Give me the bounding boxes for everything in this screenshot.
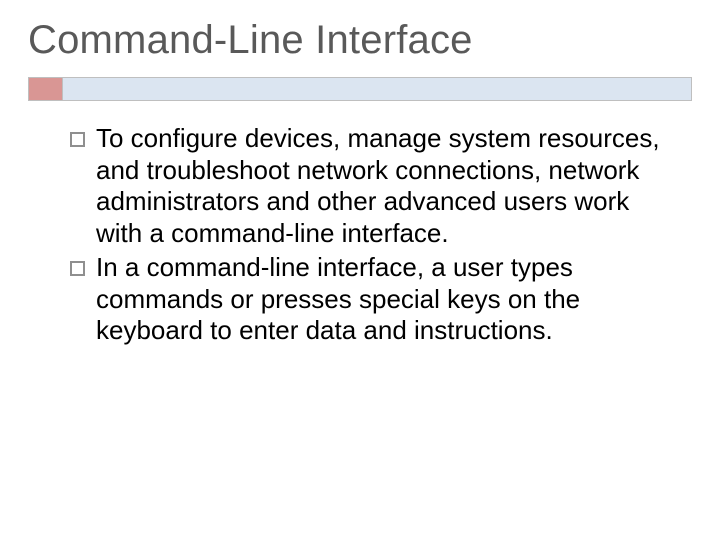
- divider-bar: [28, 77, 692, 101]
- slide-title: Command-Line Interface: [28, 18, 692, 63]
- divider-main: [62, 77, 692, 101]
- divider-accent: [28, 77, 62, 101]
- bullet-item: To configure devices, manage system reso…: [64, 123, 682, 250]
- bullet-list: To configure devices, manage system reso…: [64, 123, 682, 347]
- bullet-item: In a command-line interface, a user type…: [64, 252, 682, 347]
- slide: Command-Line Interface To configure devi…: [0, 0, 720, 540]
- content-area: To configure devices, manage system reso…: [28, 123, 692, 347]
